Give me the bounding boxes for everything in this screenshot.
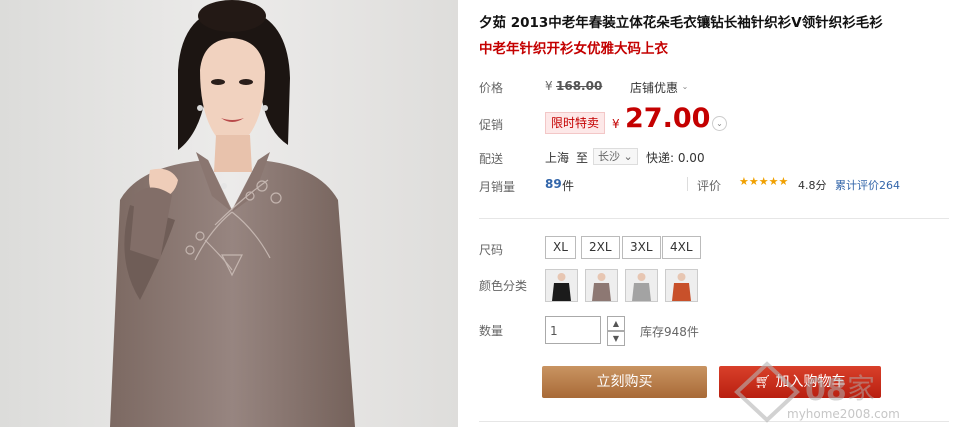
star-rating-icon: ★★★★★	[739, 175, 789, 188]
watermark: 08 家 myhome2008.com	[727, 352, 957, 427]
watermark-url: myhome2008.com	[787, 407, 900, 421]
monthly-sales-label: 月销量	[479, 180, 516, 194]
chevron-down-icon: ⌄	[623, 150, 633, 163]
quantity-up-icon[interactable]: ▲	[607, 316, 625, 331]
price-expand-icon[interactable]: ⌄	[712, 116, 727, 131]
currency-symbol: ¥	[545, 79, 553, 93]
shipping-origin: 上海	[545, 151, 570, 165]
destination-value: 长沙	[598, 150, 620, 163]
destination-select[interactable]: 长沙 ⌄	[593, 148, 638, 165]
price-label: 价格	[479, 81, 504, 95]
stock-count: 库存948件	[640, 325, 699, 339]
total-reviews-link[interactable]: 累计评价264	[835, 177, 900, 193]
product-image[interactable]	[0, 0, 458, 427]
size-option-2xl[interactable]: 2XL	[581, 236, 620, 259]
swatch-thumbnail	[666, 270, 697, 301]
divider	[687, 177, 688, 191]
original-price: 168.00	[556, 79, 603, 93]
quantity-input[interactable]: 1	[545, 316, 601, 344]
product-subtitle: 中老年针织开衫女优雅大码上衣	[479, 41, 668, 57]
swatch-thumbnail	[586, 270, 617, 301]
promo-label: 促销	[479, 118, 504, 132]
color-swatch-1[interactable]	[545, 269, 578, 302]
shipping-to-word: 至	[576, 151, 589, 165]
watermark-text: 家	[847, 372, 875, 405]
size-option-xl[interactable]: XL	[545, 236, 576, 259]
limited-sale-badge: 限时特卖	[545, 112, 606, 134]
color-label: 颜色分类	[479, 279, 528, 293]
product-title: 夕茹 2013中老年春装立体花朵毛衣镶钻长袖针织衫V领针织衫毛衫	[479, 15, 883, 31]
svg-text:08: 08	[805, 373, 847, 408]
color-swatch-3[interactable]	[625, 269, 658, 302]
monthly-sales-count: 89	[545, 177, 562, 191]
size-option-4xl[interactable]: 4XL	[662, 236, 701, 259]
watermark-logo: 08 家 myhome2008.com	[734, 361, 900, 423]
quantity-down-icon[interactable]: ▼	[607, 331, 625, 346]
rating-label: 评价	[697, 179, 722, 193]
chevron-down-icon[interactable]: ⌄	[680, 80, 690, 93]
buy-now-button[interactable]: 立刻购买	[542, 366, 707, 398]
promo-currency: ¥	[612, 117, 620, 131]
color-swatch-2[interactable]	[585, 269, 618, 302]
promo-price: 27.00	[625, 103, 711, 134]
sales-unit: 件	[562, 179, 575, 193]
size-label: 尺码	[479, 243, 504, 257]
swatch-thumbnail	[626, 270, 657, 301]
quantity-label: 数量	[479, 324, 504, 338]
size-option-3xl[interactable]: 3XL	[622, 236, 661, 259]
section-divider	[479, 218, 949, 219]
rating-score: 4.8分	[798, 179, 827, 192]
swatch-thumbnail	[546, 270, 577, 301]
model-photo	[0, 0, 458, 427]
shop-discount-link[interactable]: 店铺优惠	[630, 79, 678, 96]
color-swatch-4[interactable]	[665, 269, 698, 302]
express-fee: 快递: 0.00	[646, 151, 705, 165]
shipping-label: 配送	[479, 152, 504, 166]
